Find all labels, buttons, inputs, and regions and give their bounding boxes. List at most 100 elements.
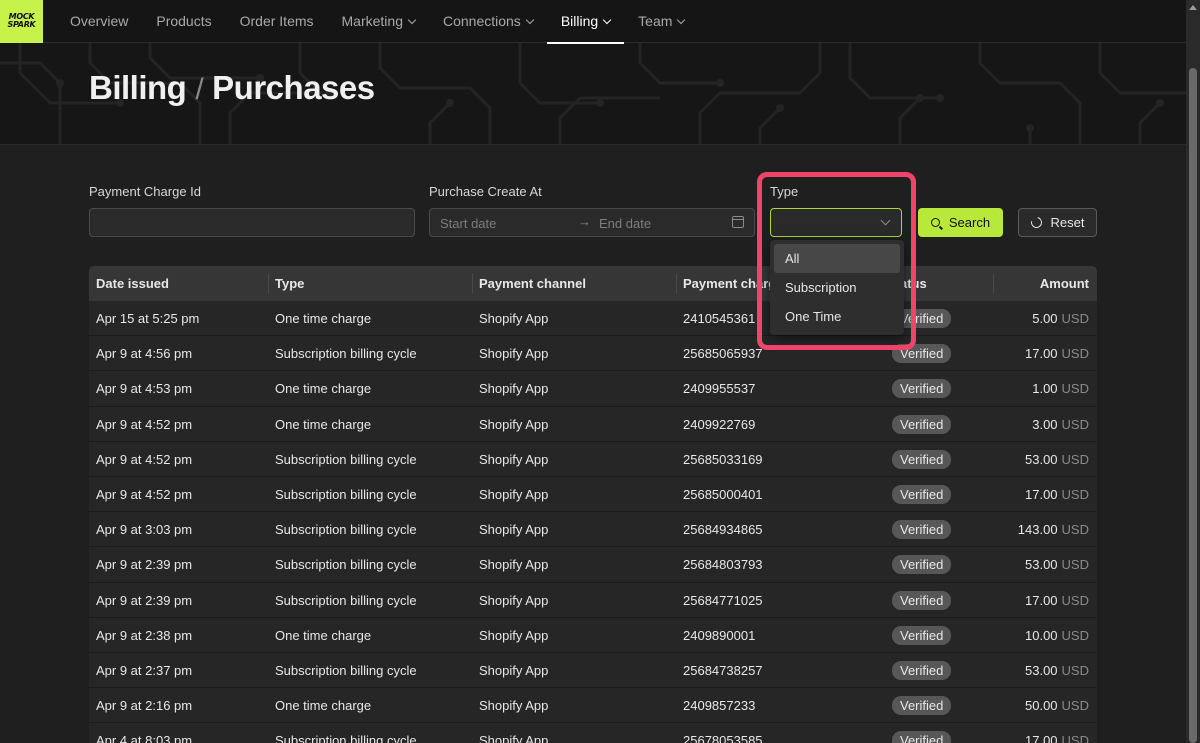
column-header-payment-channel[interactable]: Payment channel <box>472 266 676 301</box>
breadcrumb-separator: / <box>195 73 204 106</box>
scroll-thumb[interactable] <box>1189 68 1197 743</box>
table-row[interactable]: Apr 4 at 8:03 pm Subscription billing cyc… <box>89 723 1097 743</box>
cell-status: Verified <box>880 547 993 582</box>
nav-item-label: Products <box>156 13 212 29</box>
currency-label: USD <box>1061 486 1089 502</box>
table-row[interactable]: Apr 9 at 2:37 pm Subscription billing cyc… <box>89 652 1097 689</box>
cell-charge: 25685065937 <box>683 346 763 362</box>
cell-date: Apr 15 at 5:25 pm <box>96 311 200 326</box>
cell-date: Apr 9 at 4:52 pm <box>96 416 193 432</box>
status-badge: Verified <box>892 379 952 399</box>
table-header: Date issued Type Payment channel Payment ch… <box>89 266 1097 301</box>
nav-item-marketing[interactable]: Marketing <box>328 0 429 43</box>
table-row[interactable]: Apr 9 at 4:52 pm Subscription billing cyc… <box>89 441 1097 477</box>
status-badge: Verified <box>892 449 952 469</box>
cell-channel: Shopify App <box>479 592 549 608</box>
logo[interactable]: MOCK SPARK <box>0 0 43 43</box>
cell-amount: 53.00 USD <box>993 547 1097 582</box>
table-row[interactable]: Apr 9 at 2:39 pm Subscription billing cyc… <box>89 582 1097 618</box>
type-label: Type <box>770 184 799 199</box>
chevron-down-icon <box>525 15 535 24</box>
calendar-icon[interactable] <box>732 216 744 228</box>
cell-date: Apr 9 at 4:56 pm <box>96 346 193 362</box>
column-header-date-issued[interactable]: Date issued <box>89 266 268 301</box>
status-badge: Verified <box>892 731 952 743</box>
cell-status: Verified <box>880 371 993 406</box>
scroll-up-icon[interactable] <box>1189 5 1197 10</box>
amount-value: 53.00 <box>1025 557 1058 573</box>
cell-type: Subscription billing cycle <box>275 662 417 678</box>
end-date-input[interactable]: End date <box>599 216 651 231</box>
nav-item-billing[interactable]: Billing <box>546 0 625 44</box>
breadcrumb-billing[interactable]: Billing <box>89 69 187 107</box>
type-option-all[interactable]: All <box>774 244 900 273</box>
nav-item-overview[interactable]: Overview <box>56 0 142 43</box>
cell-channel: Shopify App <box>479 733 549 743</box>
cell-type: Subscription billing cycle <box>275 451 417 467</box>
status-badge: Verified <box>892 660 952 680</box>
column-header-type[interactable]: Type <box>268 266 472 301</box>
status-badge: Verified <box>892 344 952 364</box>
amount-value: 3.00 <box>1032 416 1058 432</box>
reset-button[interactable]: Reset <box>1018 208 1097 237</box>
table-row[interactable]: Apr 9 at 4:53 pm One time charge Shopify A… <box>89 371 1097 407</box>
table-row[interactable]: Apr 9 at 2:38 pm One time charge Shopify A… <box>89 617 1097 653</box>
cell-channel: Shopify App <box>479 451 549 467</box>
search-button[interactable]: Search <box>918 208 1003 237</box>
table-row[interactable]: Apr 9 at 4:52 pm Subscription billing cyc… <box>89 476 1097 513</box>
cell-status: Verified <box>880 442 993 477</box>
cell-charge: 25684803793 <box>683 557 763 573</box>
cell-charge: 25685033169 <box>683 451 763 467</box>
cell-status: Verified <box>880 512 993 547</box>
type-option-subscription[interactable]: Subscription <box>774 273 900 302</box>
cell-charge: 25684738257 <box>683 662 763 678</box>
nav-item-label: Overview <box>70 13 129 29</box>
cell-type: One time charge <box>275 381 372 397</box>
cell-date: Apr 9 at 4:53 pm <box>96 381 193 397</box>
chevron-down-icon <box>880 215 891 226</box>
column-header-amount[interactable]: Amount <box>993 266 1097 301</box>
cell-type: Subscription billing cycle <box>275 522 417 538</box>
cell-channel: Shopify App <box>479 311 549 326</box>
amount-value: 5.00 <box>1032 311 1058 326</box>
nav-item-order-items[interactable]: Order Items <box>226 0 328 43</box>
cell-charge: 25678053585 <box>683 733 763 743</box>
nav-item-products[interactable]: Products <box>142 0 225 43</box>
charge-id-input[interactable] <box>89 208 415 237</box>
status-badge: Verified <box>892 520 952 540</box>
cell-channel: Shopify App <box>479 662 549 678</box>
cell-channel: Shopify App <box>479 381 549 397</box>
nav-item-label: Marketing <box>341 13 403 29</box>
type-select[interactable] <box>770 208 902 237</box>
table-row[interactable]: Apr 9 at 3:03 pm Subscription billing cyc… <box>89 512 1097 548</box>
status-badge: Verified <box>892 625 952 645</box>
table-row[interactable]: Apr 9 at 2:39 pm Subscription billing cyc… <box>89 547 1097 583</box>
scrollbar[interactable] <box>1186 0 1200 743</box>
cell-status: Verified <box>880 653 993 688</box>
type-dropdown-menu: All Subscription One Time <box>770 240 904 335</box>
currency-label: USD <box>1061 698 1089 714</box>
status-badge: Verified <box>892 555 952 575</box>
cell-channel: Shopify App <box>479 627 549 643</box>
type-option-one-time[interactable]: One Time <box>774 302 900 331</box>
table-row[interactable]: Apr 15 at 5:25 pm One time charge Shopify … <box>89 301 1097 337</box>
nav-item-team[interactable]: Team <box>624 0 698 43</box>
status-badge: Verified <box>892 696 952 716</box>
cell-date: Apr 9 at 4:52 pm <box>96 451 193 467</box>
currency-label: USD <box>1061 381 1089 397</box>
nav-item-connections[interactable]: Connections <box>429 0 547 43</box>
table-row[interactable]: Apr 9 at 4:52 pm One time charge Shopify A… <box>89 406 1097 442</box>
cell-type: Subscription billing cycle <box>275 486 417 502</box>
range-arrow-icon: → <box>578 214 591 229</box>
start-date-input[interactable]: Start date <box>440 216 496 231</box>
date-range-picker[interactable]: Start date → End date <box>429 208 755 237</box>
cell-charge: 2409922769 <box>683 416 756 432</box>
table-row[interactable]: Apr 9 at 2:16 pm One time charge Shopify A… <box>89 688 1097 724</box>
amount-value: 53.00 <box>1025 451 1058 467</box>
amount-value: 17.00 <box>1025 733 1058 743</box>
table-row[interactable]: Apr 9 at 4:56 pm Subscription billing cyc… <box>89 336 1097 372</box>
chevron-down-icon <box>602 15 612 24</box>
cell-channel: Shopify App <box>479 557 549 573</box>
created-at-label: Purchase Create At <box>429 184 542 199</box>
cell-date: Apr 9 at 2:37 pm <box>96 662 193 678</box>
